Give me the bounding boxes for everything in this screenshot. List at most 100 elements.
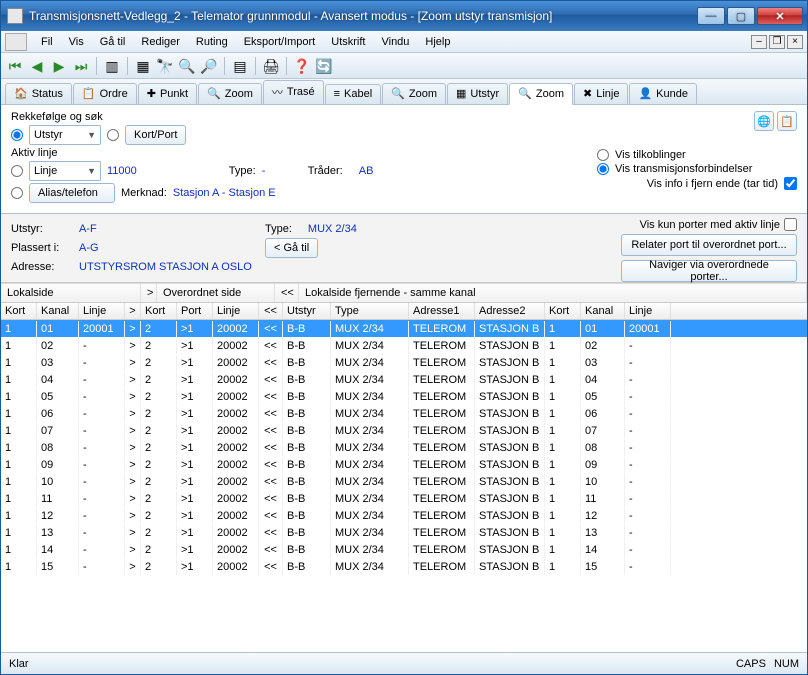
grid-body[interactable]: 10120001>2>120002<<B-BMUX 2/34TELEROMSTA… — [1, 320, 807, 652]
table-row[interactable]: 114->2>120002<<B-BMUX 2/34TELEROMSTASJON… — [1, 541, 807, 558]
table-row[interactable]: 109->2>120002<<B-BMUX 2/34TELEROMSTASJON… — [1, 456, 807, 473]
col-[interactable]: > — [125, 303, 141, 319]
minimize-button[interactable]: — — [697, 7, 725, 25]
radio-utstyr[interactable] — [11, 129, 23, 141]
col-[interactable]: << — [259, 303, 283, 319]
table-row[interactable]: 113->2>120002<<B-BMUX 2/34TELEROMSTASJON… — [1, 524, 807, 541]
toolbar-icon-1[interactable]: ▥ — [102, 56, 122, 76]
menu-utskrift[interactable]: Utskrift — [323, 33, 373, 51]
maximize-button[interactable]: ▢ — [727, 7, 755, 25]
tab-zoom[interactable]: 🔍Zoom — [509, 83, 573, 105]
tab-utstyr[interactable]: ▦Utstyr — [447, 83, 508, 104]
col-adresse1[interactable]: Adresse1 — [409, 303, 475, 319]
col-kort[interactable]: Kort — [545, 303, 581, 319]
binoculars-icon[interactable]: 🔭 — [155, 56, 175, 76]
section-lokalside: Lokalside — [1, 284, 141, 302]
zoom-in-icon[interactable]: 🔍 — [177, 56, 197, 76]
tab-trasé[interactable]: 〰Trasé — [263, 80, 324, 104]
help-icon[interactable]: ❓ — [292, 56, 312, 76]
button-kortport[interactable]: Kort/Port — [125, 125, 186, 145]
tab-kunde[interactable]: 👤Kunde — [629, 83, 697, 104]
table-row[interactable]: 102->2>120002<<B-BMUX 2/34TELEROMSTASJON… — [1, 337, 807, 354]
nav-last-button[interactable]: ⏭ — [71, 56, 91, 76]
refresh-icon[interactable]: 🔄 — [314, 56, 334, 76]
col-linje[interactable]: Linje — [213, 303, 259, 319]
col-kort[interactable]: Kort — [1, 303, 37, 319]
table-row[interactable]: 104->2>120002<<B-BMUX 2/34TELEROMSTASJON… — [1, 371, 807, 388]
radio-linje[interactable] — [11, 165, 23, 177]
nav-first-button[interactable]: ⏮ — [5, 56, 25, 76]
clipboard-icon[interactable]: 📋 — [777, 111, 797, 131]
menu-ruting[interactable]: Ruting — [188, 33, 236, 51]
menu-app-icon[interactable] — [5, 33, 27, 51]
table-row[interactable]: 105->2>120002<<B-BMUX 2/34TELEROMSTASJON… — [1, 388, 807, 405]
chevron-down-icon: ▼ — [87, 166, 96, 176]
menu-gtil[interactable]: Gå til — [92, 33, 134, 51]
toolbar-icon-2[interactable]: ▦ — [133, 56, 153, 76]
nav-prev-button[interactable]: ◀ — [27, 56, 47, 76]
print-icon[interactable]: 🖨 — [261, 56, 281, 76]
mdi-close-icon[interactable]: × — [787, 35, 803, 49]
plassert-label: Plassert i: — [11, 242, 73, 254]
table-row[interactable]: 115->2>120002<<B-BMUX 2/34TELEROMSTASJON… — [1, 558, 807, 575]
naviger-button[interactable]: Naviger via overordnede porter... — [621, 260, 797, 282]
tab-ordre[interactable]: 📋Ordre — [73, 83, 137, 104]
tab-status[interactable]: 🏠Status — [5, 83, 72, 104]
radio-alias[interactable] — [11, 187, 23, 199]
table-row[interactable]: 111->2>120002<<B-BMUX 2/34TELEROMSTASJON… — [1, 490, 807, 507]
table-row[interactable]: 110->2>120002<<B-BMUX 2/34TELEROMSTASJON… — [1, 473, 807, 490]
menu-vis[interactable]: Vis — [61, 33, 92, 51]
radio-vis-trans[interactable] — [597, 163, 609, 175]
col-linje[interactable]: Linje — [79, 303, 125, 319]
radio-vis-tilkoblinger[interactable] — [597, 149, 609, 161]
merknad-value: Stasjon A - Stasjon E — [173, 187, 276, 199]
col-linje[interactable]: Linje — [625, 303, 671, 319]
menu-eksportimport[interactable]: Eksport/Import — [236, 33, 324, 51]
table-row[interactable]: 107->2>120002<<B-BMUX 2/34TELEROMSTASJON… — [1, 422, 807, 439]
menu-vindu[interactable]: Vindu — [373, 33, 417, 51]
radio-kortport[interactable] — [107, 129, 119, 141]
status-caps: CAPS — [736, 658, 766, 670]
section-gt: > — [141, 284, 157, 302]
gatil-button[interactable]: < Gå til — [265, 238, 318, 258]
checkbox-vis-info[interactable] — [784, 177, 797, 190]
info-area: Vis kun porter med aktiv linje Relater p… — [1, 214, 807, 283]
tab-linje[interactable]: ✖Linje — [574, 83, 628, 104]
zoom-out-icon[interactable]: 🔎 — [199, 56, 219, 76]
table-row[interactable]: 112->2>120002<<B-BMUX 2/34TELEROMSTASJON… — [1, 507, 807, 524]
utstyr-label: Utstyr: — [11, 223, 73, 235]
tab-zoom[interactable]: 🔍Zoom — [198, 83, 262, 104]
dropdown-linje[interactable]: Linje ▼ — [29, 161, 101, 181]
mdi-restore-icon[interactable]: ❐ — [769, 35, 785, 49]
col-kort[interactable]: Kort — [141, 303, 177, 319]
col-utstyr[interactable]: Utstyr — [283, 303, 331, 319]
col-kanal[interactable]: Kanal — [37, 303, 79, 319]
table-row[interactable]: 106->2>120002<<B-BMUX 2/34TELEROMSTASJON… — [1, 405, 807, 422]
menu-rediger[interactable]: Rediger — [133, 33, 188, 51]
tab-zoom[interactable]: 🔍Zoom — [382, 83, 446, 104]
table-row[interactable]: 10120001>2>120002<<B-BMUX 2/34TELEROMSTA… — [1, 320, 807, 337]
tab-label: Utstyr — [470, 88, 499, 100]
mdi-minimize-icon[interactable]: – — [751, 35, 767, 49]
col-adresse2[interactable]: Adresse2 — [475, 303, 545, 319]
status-text: Klar — [9, 658, 29, 670]
checkbox-aktivlinje[interactable] — [784, 218, 797, 231]
tab-icon: 🔍 — [518, 87, 532, 100]
menu-hjelp[interactable]: Hjelp — [417, 33, 458, 51]
dropdown-utstyr[interactable]: Utstyr ▼ — [29, 125, 101, 145]
close-button[interactable]: ✕ — [757, 7, 803, 25]
globe-icon[interactable]: 🌐 — [754, 111, 774, 131]
tab-kabel[interactable]: ≡Kabel — [325, 84, 382, 104]
col-port[interactable]: Port — [177, 303, 213, 319]
tab-icon: ≡ — [334, 88, 340, 100]
menu-fil[interactable]: Fil — [33, 33, 61, 51]
col-kanal[interactable]: Kanal — [581, 303, 625, 319]
col-type[interactable]: Type — [331, 303, 409, 319]
nav-next-button[interactable]: ▶ — [49, 56, 69, 76]
table-row[interactable]: 103->2>120002<<B-BMUX 2/34TELEROMSTASJON… — [1, 354, 807, 371]
tab-punkt[interactable]: ✚Punkt — [138, 83, 197, 104]
table-row[interactable]: 108->2>120002<<B-BMUX 2/34TELEROMSTASJON… — [1, 439, 807, 456]
button-alias[interactable]: Alias/telefon — [29, 183, 115, 203]
toolbar-icon-3[interactable]: ▤ — [230, 56, 250, 76]
relater-button[interactable]: Relater port til overordnet port... — [621, 234, 797, 256]
